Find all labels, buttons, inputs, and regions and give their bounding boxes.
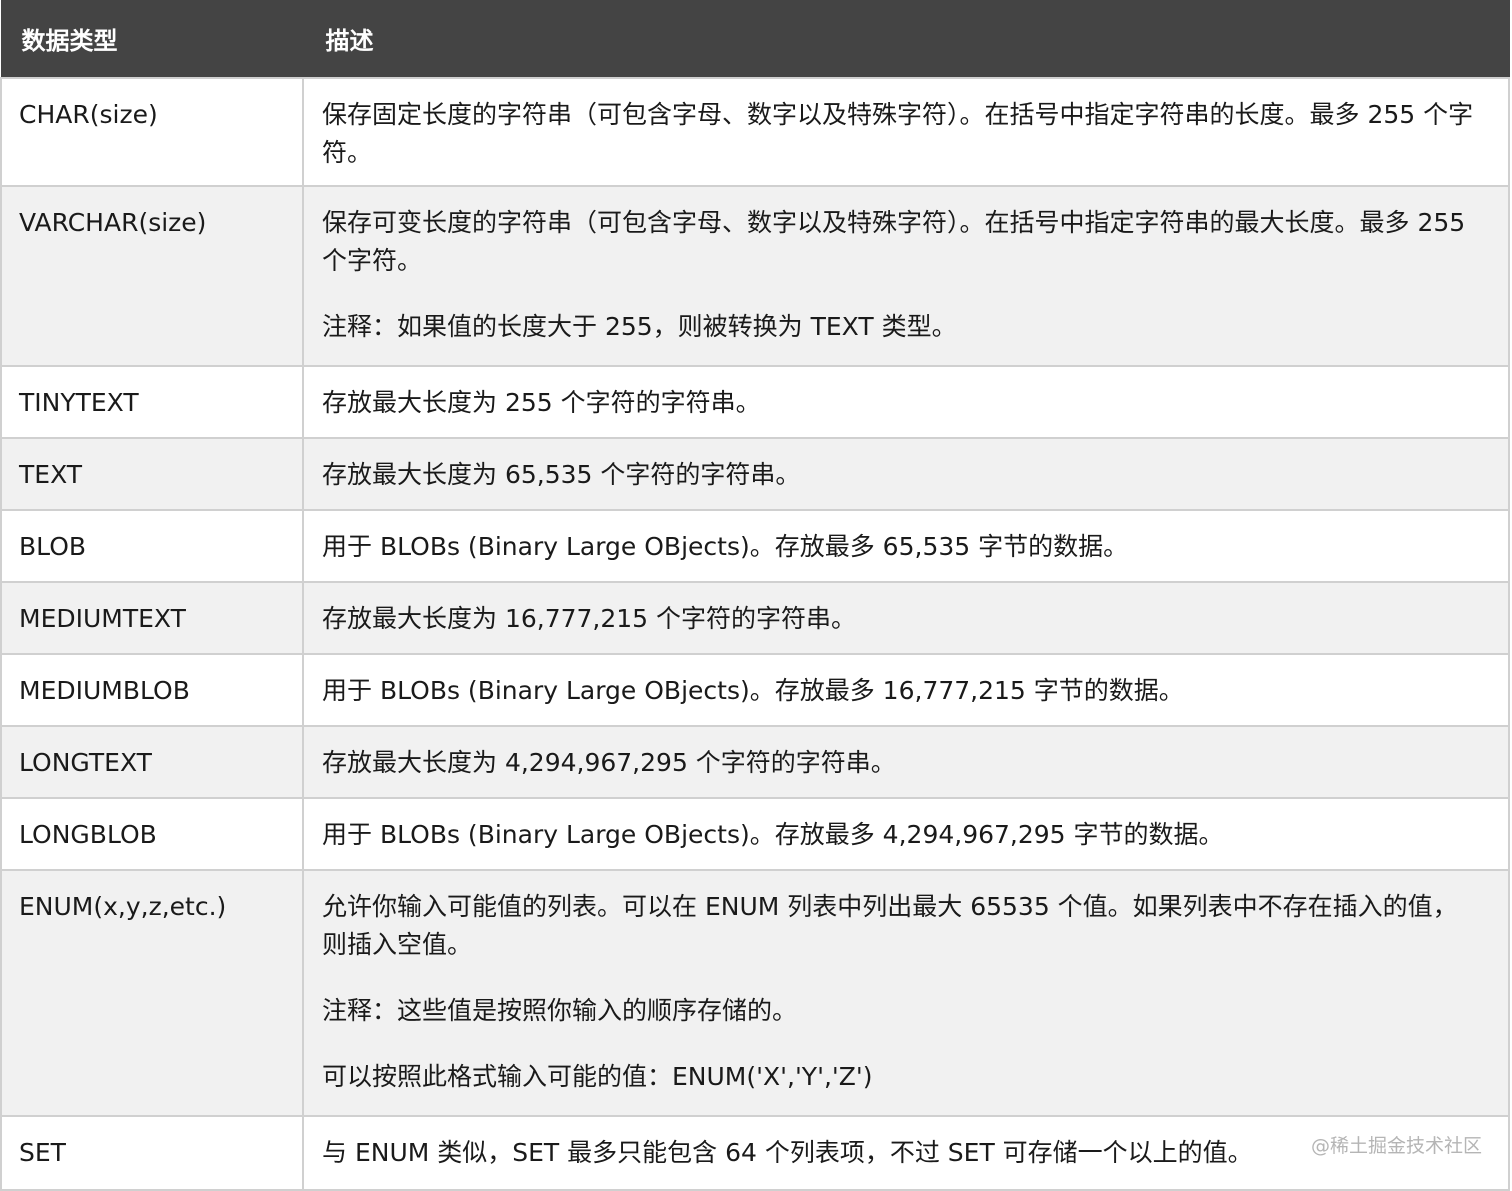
table-row: TEXT 存放最大长度为 65,535 个字符的字符串。 <box>0 436 1510 511</box>
description-note: 注释：如果值的长度大于 255，则被转换为 TEXT 类型。 <box>322 311 957 341</box>
header-row: 数据类型 描述 <box>0 0 1510 78</box>
table-row: LONGTEXT 存放最大长度为 4,294,967,295 个字符的字符串。 <box>0 724 1510 799</box>
description-cell: 用于 BLOBs (Binary Large OBjects)。存放最多 16,… <box>302 652 1510 727</box>
description-text: 与 ENUM 类似，SET 最多只能包含 64 个列表项，不过 SET 可存储一… <box>322 1137 1253 1167</box>
watermark: @稀土掘金技术社区 <box>1310 1135 1482 1157</box>
description-text: 保存可变长度的字符串（可包含字母、数字以及特殊字符）。在括号中指定字符串的最大长… <box>322 207 1466 275</box>
description-cell: 用于 BLOBs (Binary Large OBjects)。存放最多 65,… <box>302 508 1510 583</box>
description-cell: 存放最大长度为 255 个字符的字符串。 <box>302 364 1510 439</box>
type-cell: TEXT <box>0 436 304 511</box>
type-cell: VARCHAR(size) <box>0 184 304 367</box>
type-cell: TINYTEXT <box>0 364 304 439</box>
data-types-table: 数据类型 描述 CHAR(size) 保存固定长度的字符串（可包含字母、数字以及… <box>0 0 1510 1191</box>
description-cell: 保存可变长度的字符串（可包含字母、数字以及特殊字符）。在括号中指定字符串的最大长… <box>302 184 1510 367</box>
type-cell: LONGTEXT <box>0 724 304 799</box>
description-text: 用于 BLOBs (Binary Large OBjects)。存放最多 16,… <box>322 675 1184 705</box>
description-text: 存放最大长度为 65,535 个字符的字符串。 <box>322 459 801 489</box>
table-row: ENUM(x,y,z,etc.) 允许你输入可能值的列表。可以在 ENUM 列表… <box>0 868 1510 1117</box>
type-cell: MEDIUMTEXT <box>0 580 304 655</box>
table-row: VARCHAR(size) 保存可变长度的字符串（可包含字母、数字以及特殊字符）… <box>0 184 1510 367</box>
description-example: 可以按照此格式输入可能的值：ENUM('X','Y','Z') <box>322 1061 873 1091</box>
type-cell: ENUM(x,y,z,etc.) <box>0 868 304 1117</box>
table-row: MEDIUMBLOB 用于 BLOBs (Binary Large OBject… <box>0 652 1510 727</box>
description-cell: 存放最大长度为 16,777,215 个字符的字符串。 <box>302 580 1510 655</box>
type-cell: LONGBLOB <box>0 796 304 871</box>
description-cell: 存放最大长度为 4,294,967,295 个字符的字符串。 <box>302 724 1510 799</box>
type-cell: SET <box>0 1114 304 1191</box>
table-row: MEDIUMTEXT 存放最大长度为 16,777,215 个字符的字符串。 <box>0 580 1510 655</box>
table-row: BLOB 用于 BLOBs (Binary Large OBjects)。存放最… <box>0 508 1510 583</box>
description-cell: 存放最大长度为 65,535 个字符的字符串。 <box>302 436 1510 511</box>
description-text: 用于 BLOBs (Binary Large OBjects)。存放最多 65,… <box>322 531 1129 561</box>
description-cell: 允许你输入可能值的列表。可以在 ENUM 列表中列出最大 65535 个值。如果… <box>302 868 1510 1117</box>
type-cell: BLOB <box>0 508 304 583</box>
description-text: 存放最大长度为 4,294,967,295 个字符的字符串。 <box>322 747 896 777</box>
description-cell: 用于 BLOBs (Binary Large OBjects)。存放最多 4,2… <box>302 796 1510 871</box>
description-text: 用于 BLOBs (Binary Large OBjects)。存放最多 4,2… <box>322 819 1224 849</box>
header-type: 数据类型 <box>0 0 304 78</box>
type-cell: CHAR(size) <box>0 76 304 187</box>
description-text: 存放最大长度为 255 个字符的字符串。 <box>322 387 761 417</box>
table-row: SET 与 ENUM 类似，SET 最多只能包含 64 个列表项，不过 SET … <box>0 1114 1510 1191</box>
table-row: TINYTEXT 存放最大长度为 255 个字符的字符串。 <box>0 364 1510 439</box>
table-row: CHAR(size) 保存固定长度的字符串（可包含字母、数字以及特殊字符）。在括… <box>0 76 1510 187</box>
description-text: 存放最大长度为 16,777,215 个字符的字符串。 <box>322 603 857 633</box>
header-description: 描述 <box>302 0 1510 78</box>
table-row: LONGBLOB 用于 BLOBs (Binary Large OBjects)… <box>0 796 1510 871</box>
description-text: 保存固定长度的字符串（可包含字母、数字以及特殊字符）。在括号中指定字符串的长度。… <box>322 99 1474 167</box>
description-cell: 保存固定长度的字符串（可包含字母、数字以及特殊字符）。在括号中指定字符串的长度。… <box>302 76 1510 187</box>
type-cell: MEDIUMBLOB <box>0 652 304 727</box>
description-note: 注释：这些值是按照你输入的顺序存储的。 <box>322 995 798 1025</box>
description-text: 允许你输入可能值的列表。可以在 ENUM 列表中列出最大 65535 个值。如果… <box>322 891 1458 959</box>
